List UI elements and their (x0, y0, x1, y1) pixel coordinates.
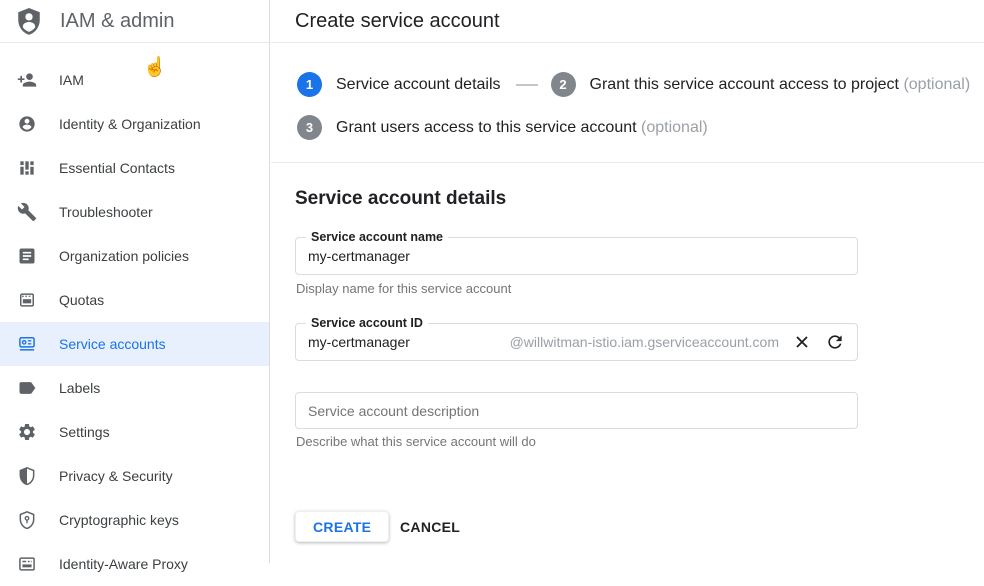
gear-icon (17, 422, 37, 442)
shield-key-icon (17, 510, 37, 530)
sidebar-item-label: Troubleshooter (59, 204, 153, 220)
robot-badge-icon (17, 334, 37, 354)
sidebar-item-label: Identity & Organization (59, 116, 201, 132)
step-2-circle: 2 (551, 72, 576, 97)
sidebar-item-troubleshooter[interactable]: Troubleshooter (0, 190, 269, 234)
shield-half-icon (17, 466, 37, 486)
sidebar-item-iam[interactable]: IAM (0, 58, 269, 102)
name-helper-text: Display name for this service account (296, 281, 511, 296)
sidebar-item-label: Identity-Aware Proxy (59, 556, 188, 572)
person-add-icon (17, 70, 37, 90)
quotas-icon (17, 290, 37, 310)
sidebar-item-label: Quotas (59, 292, 104, 308)
sidebar-header: IAM & admin (0, 0, 269, 43)
wrench-icon (17, 202, 37, 222)
main-content: Create service account 1 Service account… (271, 0, 984, 563)
sidebar-item-identity-organization[interactable]: Identity & Organization (0, 102, 269, 146)
stepper-row-2: 3 Grant users access to this service acc… (297, 115, 708, 140)
sidebar-item-label: Cryptographic keys (59, 512, 179, 528)
refresh-icon[interactable] (825, 332, 845, 352)
policy-doc-icon (17, 246, 37, 266)
sidebar-item-essential-contacts[interactable]: Essential Contacts (0, 146, 269, 190)
step-2-label: Grant this service account access to pro… (590, 76, 971, 94)
sidebar-item-label: IAM (59, 72, 84, 88)
proxy-icon (17, 554, 37, 574)
person-circle-icon (17, 114, 37, 134)
cancel-button[interactable]: CANCEL (400, 511, 460, 542)
service-account-description-field (295, 392, 858, 429)
service-account-id-label: Service account ID (306, 315, 428, 331)
sidebar-item-privacy-security[interactable]: Privacy & Security (0, 454, 269, 498)
stepper-row-1: 1 Service account details 2 Grant this s… (297, 72, 970, 97)
sidebar-item-settings[interactable]: Settings (0, 410, 269, 454)
sidebar-item-label: Privacy & Security (59, 468, 173, 484)
sidebar-item-labels[interactable]: Labels (0, 366, 269, 410)
step-3-circle: 3 (297, 115, 322, 140)
page-title: Create service account (295, 10, 500, 33)
clear-icon[interactable] (792, 332, 812, 352)
step-1-label: Service account details (336, 76, 501, 94)
service-account-id-field: Service account ID @willwitman-istio.iam… (295, 323, 858, 361)
sidebar-nav: IAM Identity & Organization Essential Co… (0, 43, 269, 586)
service-account-description-input[interactable] (296, 393, 857, 428)
sidebar-item-quotas[interactable]: Quotas (0, 278, 269, 322)
sidebar-item-service-accounts[interactable]: Service accounts (0, 322, 269, 366)
service-account-name-label: Service account name (306, 229, 448, 245)
stepper-step-1[interactable]: 1 Service account details (297, 72, 501, 97)
main-header: Create service account (271, 0, 984, 43)
contacts-bars-icon (17, 158, 37, 178)
sidebar: IAM & admin IAM Identity & Organization … (0, 0, 270, 563)
sidebar-item-label: Essential Contacts (59, 160, 175, 176)
service-account-name-field: Service account name (295, 237, 858, 275)
sidebar-item-label: Organization policies (59, 248, 189, 264)
label-tag-icon (17, 378, 37, 398)
section-divider (271, 162, 984, 163)
stepper-step-3[interactable]: 3 Grant users access to this service acc… (297, 115, 708, 140)
iam-shield-person-icon (14, 6, 44, 36)
sidebar-item-label: Settings (59, 424, 110, 440)
step-3-optional: (optional) (641, 119, 708, 136)
step-connector (516, 84, 538, 86)
sidebar-item-organization-policies[interactable]: Organization policies (0, 234, 269, 278)
step-1-circle: 1 (297, 72, 322, 97)
form-heading: Service account details (295, 188, 506, 210)
step-3-label: Grant users access to this service accou… (336, 119, 708, 137)
service-account-id-suffix: @willwitman-istio.iam.gserviceaccount.co… (510, 334, 779, 350)
stepper-step-2[interactable]: 2 Grant this service account access to p… (551, 72, 971, 97)
sidebar-item-label: Labels (59, 380, 100, 396)
sidebar-title: IAM & admin (60, 10, 174, 33)
step-2-optional: (optional) (903, 76, 970, 93)
sidebar-item-label: Service accounts (59, 336, 166, 352)
sidebar-item-cryptographic-keys[interactable]: Cryptographic keys (0, 498, 269, 542)
create-button[interactable]: CREATE (295, 511, 389, 542)
description-helper-text: Describe what this service account will … (296, 434, 536, 449)
sidebar-item-identity-aware-proxy[interactable]: Identity-Aware Proxy (0, 542, 269, 586)
